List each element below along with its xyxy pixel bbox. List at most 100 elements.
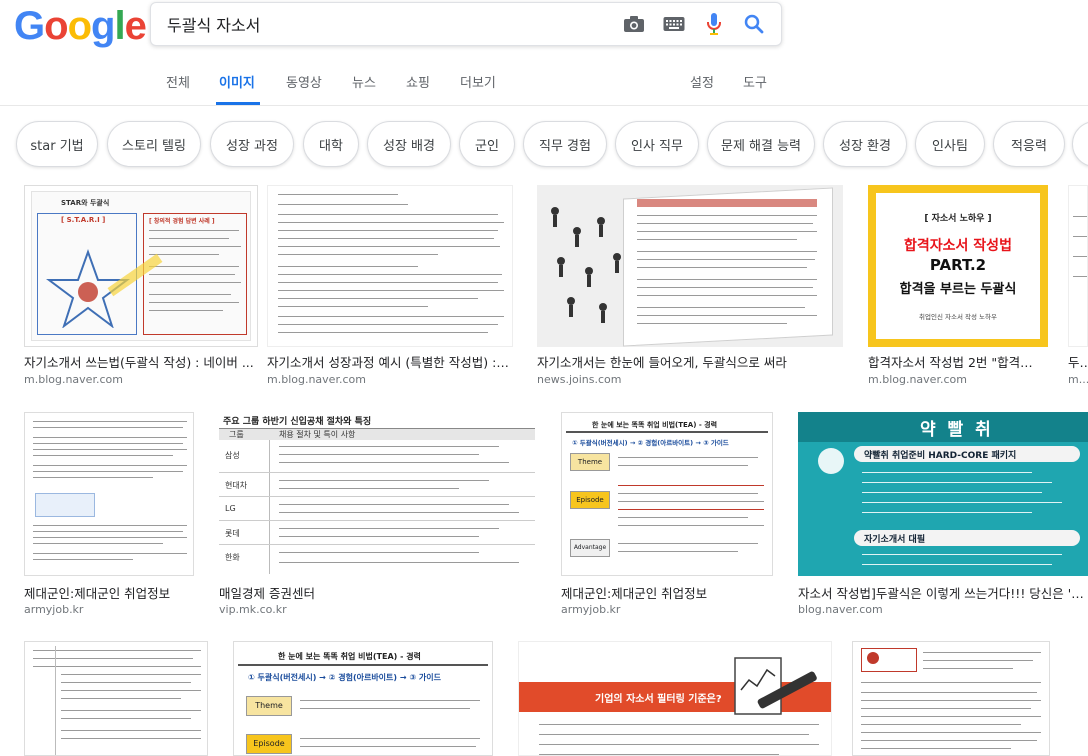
tab-more[interactable]: 더보기 xyxy=(460,72,496,91)
tab-videos[interactable]: 동영상 xyxy=(286,72,322,91)
thumb-text: Episode xyxy=(246,734,292,754)
logo-letter: l xyxy=(114,4,125,48)
result-title[interactable]: 자소서 작성법]두괄식은 이렇게 쓰는거다!!! 당신은 '두괄... xyxy=(798,583,1086,602)
image-result[interactable]: 자기소개서는 한눈에 들어오게, 두괄식으로 써라 news.joins.com xyxy=(537,185,843,390)
thumb-text: 한 눈에 보는 똑똑 취업 비법(TEA) - 경력 xyxy=(592,421,718,429)
result-thumbnail[interactable] xyxy=(24,412,194,576)
tab-tools[interactable]: 도구 xyxy=(743,72,767,91)
image-result[interactable]: 한 눈에 보는 똑똑 취업 비법(TEA) - 경력 ① 두괄식(버전세시) →… xyxy=(561,412,773,618)
people-illustration-icon xyxy=(551,207,621,323)
result-source: vip.mk.co.kr xyxy=(219,603,287,616)
search-icon[interactable] xyxy=(741,11,767,37)
thumb-text: [ 창의적 경험 답변 사례 ] xyxy=(149,218,215,225)
thumb-text: 기업의 자소서 필터링 기준은? xyxy=(595,694,722,705)
thumb-text: ① 두괄식(버전세시) → ② 경험(아르바이트) → ③ 가이드 xyxy=(572,439,729,447)
chip-overflow[interactable] xyxy=(1072,121,1088,167)
image-result[interactable]: 한 눈에 보는 똑똑 취업 비법(TEA) - 경력 ① 두괄식(버전세시) →… xyxy=(233,641,493,756)
result-title[interactable]: 자기소개서 쓰는법(두괄식 작성) : 네이버 ... xyxy=(24,352,254,371)
image-result[interactable]: [ 자소서 노하우 ] 합격자소서 작성법 PART.2 합격을 부르는 두괄식… xyxy=(868,185,1048,390)
result-source: m.blog.naver.com xyxy=(24,373,123,386)
thumb-text: LG xyxy=(225,504,236,513)
chip-storytelling[interactable]: 스토리 텔링 xyxy=(107,121,201,167)
image-result[interactable] xyxy=(24,641,208,756)
image-result[interactable]: 약 빨 취 약빨취 취업준비 HARD-CORE 패키지 자기소개서 대필 자소… xyxy=(798,412,1088,618)
result-title[interactable]: 매일경제 증권센터 xyxy=(219,583,535,602)
tab-settings[interactable]: 설정 xyxy=(690,72,714,91)
result-source: blog.naver.com xyxy=(798,603,883,616)
result-title[interactable]: 자기소개서는 한눈에 들어오게, 두괄식으로 써라 xyxy=(537,352,837,371)
result-thumbnail[interactable]: 기업의 자소서 필터링 기준은? xyxy=(518,641,832,756)
thumb-text: Episode xyxy=(570,491,610,509)
result-thumbnail[interactable]: 한 눈에 보는 똑똑 취업 비법(TEA) - 경력 ① 두괄식(버전세시) →… xyxy=(233,641,493,756)
chip-university[interactable]: 대학 xyxy=(303,121,359,167)
thumb-text: 롯데 xyxy=(225,529,240,538)
chip-problem-solving[interactable]: 문제 해결 능력 xyxy=(707,121,815,167)
logo-letter: o xyxy=(44,4,68,48)
image-result[interactable]: STAR와 두괄식 [ S.T.A.R.I ] [ 창의적 경험 답변 사례 ]… xyxy=(24,185,258,390)
chip-hr-team[interactable]: 인사팀 xyxy=(915,121,985,167)
result-thumbnail[interactable] xyxy=(267,185,513,347)
tab-all[interactable]: 전체 xyxy=(166,72,190,91)
chip-growth-environment[interactable]: 성장 환경 xyxy=(823,121,907,167)
result-title[interactable]: 두... xyxy=(1068,352,1088,371)
image-result[interactable]: 주요 그룹 하반기 신입공채 절차와 특징 그룹 채용 절차 및 특이 사항 삼… xyxy=(219,412,537,618)
result-thumbnail[interactable]: 한 눈에 보는 똑똑 취업 비법(TEA) - 경력 ① 두괄식(버전세시) →… xyxy=(561,412,773,576)
result-thumbnail[interactable]: 약 빨 취 약빨취 취업준비 HARD-CORE 패키지 자기소개서 대필 xyxy=(798,412,1088,576)
image-result[interactable]: 기업의 자소서 필터링 기준은? xyxy=(518,641,832,756)
thumb-text: ① 두괄식(버전세시) → ② 경험(아르바이트) → ③ 가이드 xyxy=(248,673,441,682)
header: Google 전체 이미지 동영상 뉴스 쇼핑 더보기 설정 도구 xyxy=(0,0,1088,106)
result-source: news.joins.com xyxy=(537,373,622,386)
thumb-text: 약빨취 취업준비 HARD-CORE 패키지 xyxy=(864,451,1017,461)
search-tabs: 전체 이미지 동영상 뉴스 쇼핑 더보기 설정 도구 xyxy=(0,62,1088,106)
image-result[interactable]: 두... m... xyxy=(1068,185,1088,390)
chip-adaptability[interactable]: 적응력 xyxy=(993,121,1065,167)
chip-star-technique[interactable]: star 기법 xyxy=(16,121,98,167)
thumb-text: 주요 그룹 하반기 신입공채 절차와 특징 xyxy=(223,417,372,427)
pen-illustration-icon xyxy=(734,657,817,715)
thumb-text: 합격자소서 작성법 xyxy=(904,238,1012,254)
chip-work-experience[interactable]: 직무 경험 xyxy=(523,121,607,167)
image-result[interactable] xyxy=(852,641,1050,756)
thumb-text: 그룹 xyxy=(229,430,244,439)
image-result[interactable]: 제대군인:제대군인 취업정보 armyjob.kr xyxy=(24,412,194,618)
thumb-text: 취업인신 자소서 작성 노하우 xyxy=(919,313,997,321)
thumb-text: Theme xyxy=(246,696,292,716)
result-thumbnail[interactable]: [ 자소서 노하우 ] 합격자소서 작성법 PART.2 합격을 부르는 두괄식… xyxy=(868,185,1048,347)
result-thumbnail[interactable] xyxy=(852,641,1050,756)
result-title[interactable]: 자기소개서 성장과정 예시 (특별한 작성법) : 네... xyxy=(267,352,509,371)
active-tab-indicator xyxy=(216,102,260,105)
result-thumbnail[interactable] xyxy=(1068,185,1088,347)
thumb-text: 삼성 xyxy=(225,451,240,460)
search-box[interactable] xyxy=(150,2,782,46)
chip-growth-background[interactable]: 성장 배경 xyxy=(367,121,451,167)
microphone-icon[interactable] xyxy=(701,11,727,37)
result-title[interactable]: 제대군인:제대군인 취업정보 xyxy=(561,583,771,602)
tab-images[interactable]: 이미지 xyxy=(219,72,255,91)
chip-hr-role[interactable]: 인사 직무 xyxy=(615,121,699,167)
thumb-text: 채용 절차 및 특이 사항 xyxy=(279,430,356,439)
keyboard-icon[interactable] xyxy=(661,11,687,37)
thumb-text: 합격을 부르는 두괄식 xyxy=(899,282,1017,297)
chip-growth-process[interactable]: 성장 과정 xyxy=(210,121,294,167)
result-title[interactable]: 합격자소서 작성법 2번 "합격을 부... xyxy=(868,352,1044,371)
result-thumbnail[interactable]: 주요 그룹 하반기 신입공채 절차와 특징 그룹 채용 절차 및 특이 사항 삼… xyxy=(219,412,537,576)
thumb-text: PART.2 xyxy=(929,256,987,274)
thumb-text: 자기소개서 대필 xyxy=(864,535,926,545)
logo-letter: G xyxy=(14,4,45,48)
image-result[interactable]: 자기소개서 성장과정 예시 (특별한 작성법) : 네... m.blog.na… xyxy=(267,185,513,390)
result-source: armyjob.kr xyxy=(24,603,84,616)
chip-soldier[interactable]: 군인 xyxy=(459,121,515,167)
result-thumbnail[interactable]: STAR와 두괄식 [ S.T.A.R.I ] [ 창의적 경험 답변 사례 ] xyxy=(24,185,258,347)
camera-icon[interactable] xyxy=(621,11,647,37)
thumb-text: [ S.T.A.R.I ] xyxy=(61,216,106,224)
search-input[interactable] xyxy=(167,3,607,45)
result-title[interactable]: 제대군인:제대군인 취업정보 xyxy=(24,583,192,602)
google-logo[interactable]: Google xyxy=(14,4,147,49)
result-thumbnail[interactable] xyxy=(24,641,208,756)
thumb-text: Advantage xyxy=(570,539,610,557)
tab-shopping[interactable]: 쇼핑 xyxy=(406,72,430,91)
thumb-text: STAR와 두괄식 xyxy=(61,199,110,207)
tab-news[interactable]: 뉴스 xyxy=(352,72,376,91)
result-thumbnail[interactable] xyxy=(537,185,843,347)
thumb-text: 한 눈에 보는 똑똑 취업 비법(TEA) - 경력 xyxy=(278,652,421,661)
